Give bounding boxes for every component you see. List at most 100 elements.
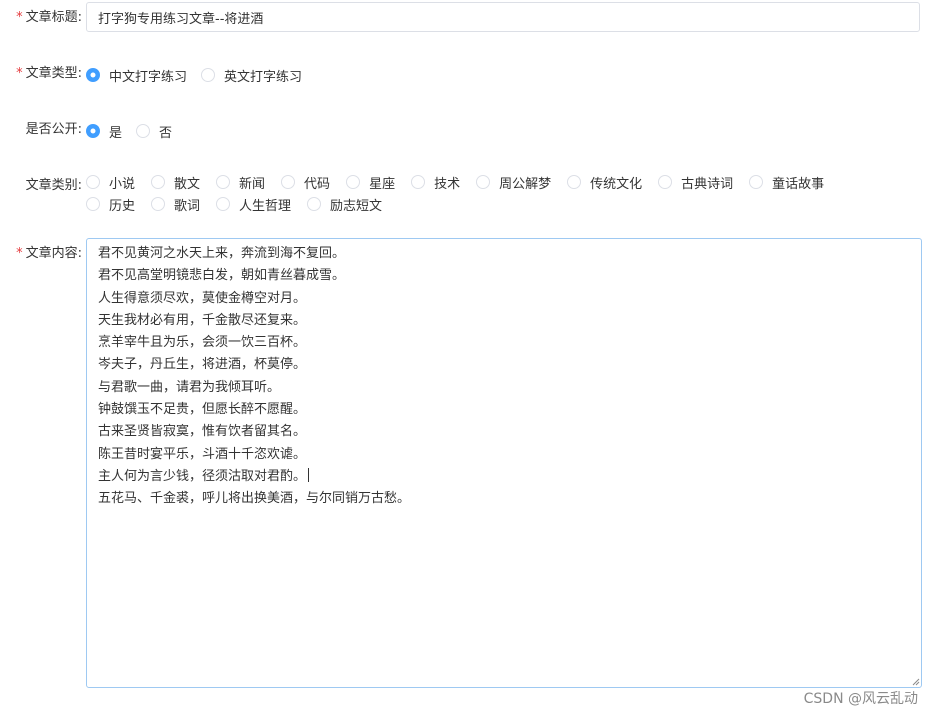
content-label-wrap: * 文章内容:	[0, 245, 82, 263]
public-radio-1[interactable]: 否	[136, 120, 172, 142]
category-radio-label: 童话故事	[772, 176, 825, 192]
type-radio-label: 中文打字练习	[109, 69, 188, 85]
category-radio-11[interactable]: 歌词	[151, 193, 200, 215]
required-mark: *	[16, 246, 23, 261]
content-line: 君不见高堂明镜悲白发，朝如青丝暮成雪。	[98, 265, 910, 287]
content-line-text: 岑夫子，丹丘生，将进酒，杯莫停。	[98, 357, 307, 373]
content-line-text: 君不见黄河之水天上来，奔流到海不复回。	[98, 246, 346, 261]
type-radio-1[interactable]: 英文打字练习	[201, 64, 302, 86]
category-radio-2[interactable]: 新闻	[216, 171, 265, 193]
content-line-text: 五花马、千金裘，呼儿将出换美酒，与尔同销万古愁。	[98, 491, 411, 507]
content-line: 主人何为言少钱，径须沽取对君酌。	[98, 466, 910, 488]
content-line: 君不见黄河之水天上来，奔流到海不复回。	[98, 243, 910, 265]
content-label: 文章内容:	[25, 246, 82, 261]
content-line: 岑夫子，丹丘生，将进酒，杯莫停。	[98, 354, 910, 376]
title-input[interactable]	[86, 2, 920, 32]
type-radio-label: 英文打字练习	[224, 69, 303, 85]
category-label: 文章类别:	[25, 178, 82, 193]
public-radio-label: 否	[159, 125, 173, 141]
title-label-wrap: * 文章标题:	[0, 9, 82, 27]
content-line: 陈王昔时宴平乐，斗酒十千恣欢谑。	[98, 444, 910, 466]
category-radio-0[interactable]: 小说	[86, 171, 135, 193]
category-radio-label: 古典诗词	[681, 176, 734, 192]
content-line-text: 陈王昔时宴平乐，斗酒十千恣欢谑。	[98, 446, 307, 462]
required-mark: *	[16, 10, 23, 25]
radio-unchecked-icon[interactable]	[86, 175, 100, 189]
type-row: * 文章类型: 中文打字练习 英文打字练习	[0, 64, 932, 86]
text-caret	[308, 467, 310, 482]
category-radio-label: 传统文化	[590, 176, 643, 192]
required-mark: *	[16, 66, 23, 81]
radio-unchecked-icon[interactable]	[86, 197, 100, 211]
category-label-wrap: 文章类别:	[0, 177, 82, 195]
radio-unchecked-icon[interactable]	[749, 175, 764, 189]
resize-handle-icon[interactable]	[912, 678, 920, 686]
public-label-wrap: 是否公开:	[0, 121, 82, 139]
radio-unchecked-icon[interactable]	[216, 175, 231, 189]
type-radio-0[interactable]: 中文打字练习	[86, 64, 187, 86]
content-line-text: 与君歌一曲，请君为我倾耳听。	[98, 379, 281, 395]
radio-checked-icon[interactable]	[86, 68, 100, 82]
public-radio-0[interactable]: 是	[86, 120, 122, 142]
content-line: 烹羊宰牛且为乐，会须一饮三百杯。	[98, 332, 910, 354]
content-line: 人生得意须尽欢，莫使金樽空对月。	[98, 288, 910, 310]
public-radio-group: 是否	[86, 120, 872, 142]
category-radio-label: 人生哲理	[239, 198, 292, 214]
content-textarea[interactable]: 君不见黄河之水天上来，奔流到海不复回。 君不见高堂明镜悲白发，朝如青丝暮成雪。 人生…	[86, 238, 922, 688]
public-radio-label: 是	[109, 125, 123, 141]
type-label: 文章类型:	[25, 66, 82, 81]
radio-unchecked-icon[interactable]	[411, 175, 426, 189]
radio-checked-icon[interactable]	[86, 124, 100, 138]
title-row: * 文章标题:	[0, 0, 932, 36]
category-radio-group: 小说 散文 新闻 代码 星座 技术 周公解梦 传统文化 古典诗词 童话故事历史 歌词 人生哲理 励志短文	[86, 171, 872, 215]
radio-unchecked-icon[interactable]	[201, 68, 216, 82]
category-radio-7[interactable]: 传统文化	[567, 171, 642, 193]
radio-unchecked-icon[interactable]	[567, 175, 582, 189]
content-line: 五花马、千金裘，呼儿将出换美酒，与尔同销万古愁。	[98, 488, 910, 510]
radio-unchecked-icon[interactable]	[151, 197, 166, 211]
content-line-text: 古来圣贤皆寂寞，惟有饮者留其名。	[98, 424, 307, 440]
type-radio-group: 中文打字练习 英文打字练习	[86, 64, 872, 86]
radio-unchecked-icon[interactable]	[136, 124, 151, 138]
category-radio-label: 新闻	[239, 176, 266, 192]
category-radio-5[interactable]: 技术	[411, 171, 460, 193]
category-radio-label: 代码	[304, 176, 331, 192]
content-line-text: 天生我材必有用，千金散尽还复来。	[98, 312, 307, 328]
category-radio-label: 星座	[369, 176, 396, 192]
category-row: 文章类别: 小说 散文 新闻 代码 星座 技术 周公解梦 传统文化 古典诗词 童话故事历史 歌词 人生…	[0, 171, 932, 215]
radio-unchecked-icon[interactable]	[151, 175, 166, 189]
type-label-wrap: * 文章类型:	[0, 65, 82, 83]
category-radio-4[interactable]: 星座	[346, 171, 395, 193]
content-line-text: 人生得意须尽欢，莫使金樽空对月。	[98, 290, 307, 306]
category-radio-6[interactable]: 周公解梦	[476, 171, 551, 193]
category-radio-label: 歌词	[174, 198, 201, 214]
content-line-text: 烹羊宰牛且为乐，会须一饮三百杯。	[98, 335, 307, 351]
radio-unchecked-icon[interactable]	[307, 197, 322, 211]
category-radio-3[interactable]: 代码	[281, 171, 330, 193]
category-radio-9[interactable]: 童话故事	[749, 171, 824, 193]
category-radio-8[interactable]: 古典诗词	[658, 171, 733, 193]
category-radio-label: 小说	[109, 176, 136, 192]
radio-unchecked-icon[interactable]	[658, 175, 673, 189]
content-line: 天生我材必有用，千金散尽还复来。	[98, 310, 910, 332]
category-radio-13[interactable]: 励志短文	[307, 193, 382, 215]
category-radio-10[interactable]: 历史	[86, 193, 135, 215]
content-line: 与君歌一曲，请君为我倾耳听。	[98, 377, 910, 399]
category-radio-12[interactable]: 人生哲理	[216, 193, 291, 215]
category-radio-label: 技术	[434, 176, 461, 192]
content-line: 古来圣贤皆寂寞，惟有饮者留其名。	[98, 421, 910, 443]
content-line-text: 钟鼓馔玉不足贵，但愿长醉不愿醒。	[98, 402, 307, 418]
title-label: 文章标题:	[25, 10, 82, 25]
content-line: 钟鼓馔玉不足贵，但愿长醉不愿醒。	[98, 399, 910, 421]
category-radio-label: 散文	[174, 176, 201, 192]
content-line-text: 君不见高堂明镜悲白发，朝如青丝暮成雪。	[98, 268, 346, 284]
radio-unchecked-icon[interactable]	[346, 175, 361, 189]
public-label: 是否公开:	[25, 122, 82, 137]
category-radio-1[interactable]: 散文	[151, 171, 200, 193]
content-line-text: 主人何为言少钱，径须沽取对君酌。	[98, 468, 307, 484]
category-radio-label: 励志短文	[330, 198, 383, 214]
radio-unchecked-icon[interactable]	[281, 175, 296, 189]
radio-unchecked-icon[interactable]	[476, 175, 491, 189]
radio-unchecked-icon[interactable]	[216, 197, 231, 211]
category-radio-label: 历史	[109, 198, 136, 214]
